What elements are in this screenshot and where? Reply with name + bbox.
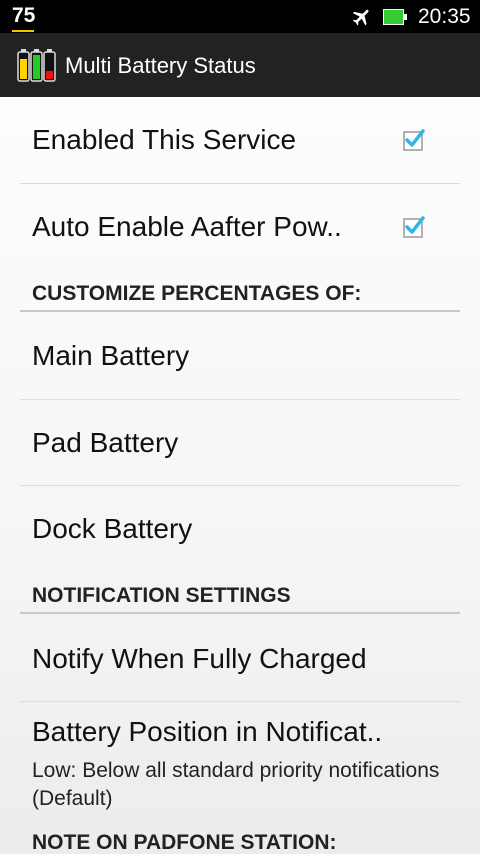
category-notification-label: NOTIFICATION SETTINGS	[32, 584, 291, 607]
pref-battery-position-summary: Low: Below all standard priority notific…	[32, 759, 440, 810]
airplane-icon	[352, 9, 369, 26]
category-notification-settings: NOTIFICATION SETTINGS	[20, 572, 460, 614]
category-customize-percentages: CUSTOMIZE PERCENTAGES OF:	[20, 270, 460, 312]
pref-dock-battery[interactable]: Dock Battery	[20, 486, 460, 572]
pref-pad-battery[interactable]: Pad Battery	[20, 400, 460, 486]
pref-battery-position[interactable]: Battery Position in Notificat.. Low: Bel…	[20, 702, 460, 820]
multi-battery-app-icon[interactable]	[16, 47, 58, 83]
pref-notify-full[interactable]: Notify When Fully Charged	[20, 614, 460, 702]
battery-icon	[383, 9, 407, 25]
category-note-padfone: NOTE ON PADFONE STATION:	[20, 820, 460, 860]
status-left-indicator: 75	[12, 4, 36, 32]
status-time: 20:35	[418, 5, 471, 28]
action-bar: Multi Battery Status	[0, 33, 480, 97]
status-left-text: 75	[12, 4, 36, 27]
category-customize-label: CUSTOMIZE PERCENTAGES OF:	[32, 282, 362, 305]
pref-enabled-service-label: Enabled This Service	[32, 124, 297, 155]
pref-auto-enable-label: Auto Enable Aafter Pow..	[32, 211, 342, 242]
pref-dock-battery-label: Dock Battery	[32, 513, 193, 544]
pref-pad-battery-label: Pad Battery	[32, 427, 179, 458]
pref-enabled-service[interactable]: Enabled This Service	[20, 97, 460, 184]
app-title: Multi Battery Status	[65, 53, 256, 78]
status-underline	[12, 30, 34, 32]
auto-enable-checkbox[interactable]	[402, 215, 426, 239]
pref-auto-enable[interactable]: Auto Enable Aafter Pow..	[20, 184, 460, 270]
pref-main-battery-label: Main Battery	[32, 340, 190, 371]
status-bar: 75 20:35	[0, 0, 480, 33]
pref-main-battery[interactable]: Main Battery	[20, 312, 460, 400]
pref-notify-full-label: Notify When Fully Charged	[32, 643, 367, 674]
pref-battery-position-label: Battery Position in Notificat..	[32, 716, 383, 747]
enabled-service-checkbox[interactable]	[402, 128, 426, 152]
category-note-label: NOTE ON PADFONE STATION:	[32, 831, 337, 854]
